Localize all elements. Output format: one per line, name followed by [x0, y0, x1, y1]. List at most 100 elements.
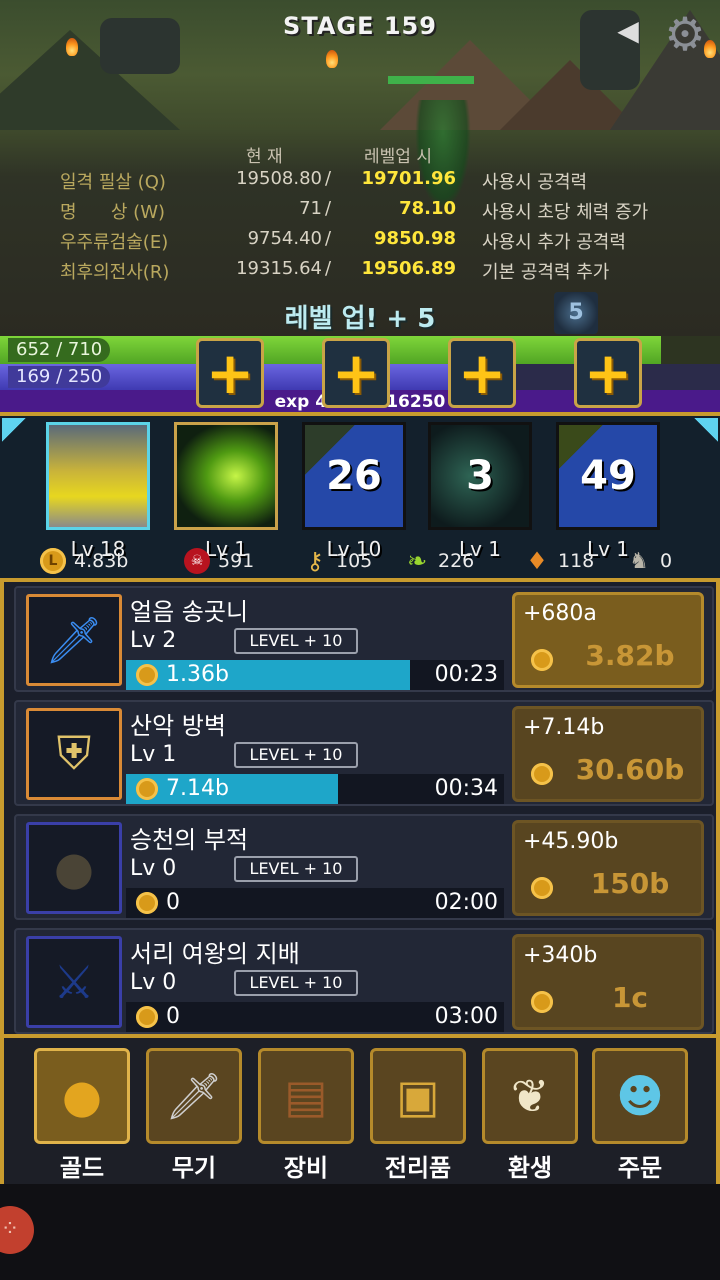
stat-desc: 기본 공격력 추가 [482, 262, 610, 283]
stat-current: 9754.40 [247, 228, 322, 249]
gold-coin-icon [531, 991, 553, 1013]
slime-icon: ☻ [592, 1048, 688, 1144]
item-progress: 1.36b 00:23 [126, 660, 504, 690]
plus-icon: + [457, 339, 507, 407]
stat-current: 71 [299, 198, 322, 219]
resource-value: 4.83b [74, 550, 129, 572]
progress-value: 7.14b [166, 776, 229, 801]
menu-loot-button[interactable]: ▣ 전리품 [370, 1048, 466, 1188]
skill-slot-r[interactable]: 49 Lv 1 [556, 422, 660, 561]
amulet-icon: ● [26, 822, 122, 914]
level-plus-badge[interactable]: LEVEL + 10 [234, 856, 358, 882]
winged-amulet-icon: ❦ [482, 1048, 578, 1144]
menu-rebirth-button[interactable]: ❦ 환생 [482, 1048, 578, 1188]
item-level: Lv 0 [130, 856, 177, 881]
skill-upgrade-button[interactable]: + [322, 338, 390, 408]
battle-scene: STAGE 159 ◀ ⚙ 현 재 레벨업 시 일격 필살 (Q) 19508.… [0, 0, 720, 340]
status-bars: 652 / 710 169 / 250 exp 4 16250 + + + + [0, 336, 720, 412]
stat-separator: / [325, 258, 332, 279]
skill-upgrade-button[interactable]: + [448, 338, 516, 408]
header-next: 레벨업 시 [364, 147, 432, 167]
menu-label: 무기 [171, 1154, 217, 1182]
gold-coin-icon: L [40, 548, 66, 574]
gold-coin-icon [136, 892, 158, 914]
item-name: 산악 방벽 [130, 712, 226, 740]
resource-gold: L 4.83b [40, 546, 128, 576]
resource-value: 105 [336, 550, 373, 572]
item-level: Lv 1 [130, 742, 177, 767]
resource-value: 226 [438, 550, 475, 572]
item-name: 얼음 송곳니 [130, 598, 249, 626]
list-item: ● 승천의 부적 Lv 0 LEVEL + 10 0 02:00 +45.90b… [14, 814, 714, 920]
menu-gold-button[interactable]: ● 골드 [34, 1048, 130, 1188]
item-level: Lv 2 [130, 628, 177, 653]
level-up-text: 레벨 업! + 5 [284, 304, 436, 334]
skill-slot-w[interactable]: 26 Lv 10 [302, 422, 406, 561]
buy-cost: 1c [611, 981, 649, 1014]
buy-gain: +7.14b [523, 715, 605, 740]
gear-icon[interactable]: ⚙ [658, 8, 712, 60]
resource-bar: L 4.83b ☠ 591 ⚷ 105 ❧ 226 ♦ 118 ♞ 0 [0, 546, 720, 576]
sword-icon: 🗡 [146, 1048, 242, 1144]
stat-row-q: 일격 필살 (Q) 19508.80 / 19701.96 사용시 공격력 [0, 168, 720, 196]
list-item: ⚔ 서리 여왕의 지배 Lv 0 LEVEL + 10 0 03:00 +340… [14, 928, 714, 1034]
buy-button[interactable]: +7.14b 30.60b [512, 706, 704, 802]
stat-name: 명 상 (W) [60, 202, 166, 223]
leaf-icon: ❧ [406, 547, 428, 575]
left-triangle-icon[interactable]: ◀ [616, 14, 640, 48]
system-bar [0, 1184, 720, 1280]
gold-coin-icon [136, 1006, 158, 1028]
stat-row-r: 최후의전사(R) 19315.64 / 19506.89 기본 공격력 추가 [0, 258, 720, 286]
buy-cost: 150b [590, 867, 670, 900]
stat-name: 최후의전사(R) [60, 262, 170, 283]
level-plus-badge[interactable]: LEVEL + 10 [234, 742, 358, 768]
resource-leaf: ❧ 226 [404, 546, 474, 576]
stat-name: 우주류검술(E) [60, 232, 169, 253]
skull-icon: ☠ [184, 548, 210, 574]
stat-separator: / [325, 228, 332, 249]
skill-upgrade-button[interactable]: + [196, 338, 264, 408]
menu-equipment-button[interactable]: ▤ 장비 [258, 1048, 354, 1188]
item-timer: 00:23 [434, 662, 498, 687]
hp-text: 652 / 710 [8, 338, 111, 362]
buy-button[interactable]: +680a 3.82b [512, 592, 704, 688]
progress-value: 1.36b [166, 662, 229, 687]
menu-label: 전리품 [384, 1154, 452, 1182]
resource-rabbit: ♞ 0 [626, 546, 672, 576]
progress-value: 0 [166, 1004, 180, 1029]
menu-weapon-button[interactable]: 🗡 무기 [146, 1048, 242, 1188]
item-name: 서리 여왕의 지배 [130, 940, 300, 968]
torch-fire-icon [66, 38, 78, 56]
buy-cost: 30.60b [575, 753, 685, 786]
item-level: Lv 0 [130, 970, 177, 995]
hero-portrait[interactable]: Lv 18 [46, 422, 150, 561]
bottom-menu: ● 골드 🗡 무기 ▤ 장비 ▣ 전리품 ❦ 환생 ☻ 주문 [0, 1034, 720, 1184]
skills-panel: Lv 18 Lv 1 26 Lv 10 3 Lv 1 49 Lv 1 L 4.8… [0, 412, 720, 582]
stat-next: 9850.98 [374, 228, 456, 249]
skill-cooldown: 26 [326, 453, 382, 499]
menu-label: 환생 [507, 1154, 553, 1182]
stat-row-w: 명 상 (W) 71 / 78.10 사용시 초당 체력 증가 [0, 198, 720, 226]
item-timer: 00:34 [434, 776, 498, 801]
stat-next: 19701.96 [361, 168, 456, 189]
gold-coin-icon [136, 778, 158, 800]
buy-gain: +45.90b [523, 829, 619, 854]
plus-icon: + [331, 339, 381, 407]
skill-cooldown [49, 425, 147, 527]
level-plus-badge[interactable]: LEVEL + 10 [234, 628, 358, 654]
stat-name: 일격 필살 (Q) [60, 172, 166, 193]
resource-value: 0 [660, 550, 673, 572]
stat-desc: 사용시 공격력 [482, 172, 588, 193]
stat-desc: 사용시 추가 공격력 [482, 232, 626, 253]
level-plus-badge[interactable]: LEVEL + 10 [234, 970, 358, 996]
menu-spell-button[interactable]: ☻ 주문 [592, 1048, 688, 1188]
gold-coin-icon [531, 877, 553, 899]
list-item: 🗡 얼음 송곳니 Lv 2 LEVEL + 10 1.36b 00:23 +68… [14, 586, 714, 692]
buy-button[interactable]: +45.90b 150b [512, 820, 704, 916]
gold-coin-icon: ● [34, 1048, 130, 1144]
buy-button[interactable]: +340b 1c [512, 934, 704, 1030]
skill-slot-q[interactable]: Lv 1 [174, 422, 278, 561]
buy-gain: +680a [523, 601, 597, 626]
skill-slot-e[interactable]: 3 Lv 1 [428, 422, 532, 561]
skill-upgrade-button[interactable]: + [574, 338, 642, 408]
